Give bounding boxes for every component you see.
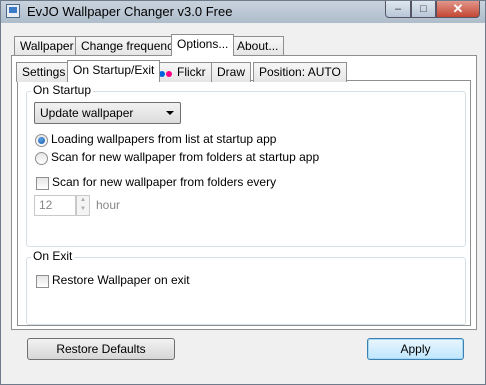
flickr-icon (159, 64, 173, 82)
restore-on-exit-checkbox[interactable] (36, 275, 49, 288)
tab-options[interactable]: Options... (171, 34, 235, 56)
tab-change-frequency[interactable]: Change frequency (75, 36, 186, 56)
scan-every-label[interactable]: Scan for new wallpaper from folders ever… (52, 175, 276, 189)
load-from-list-radio[interactable] (35, 134, 48, 147)
load-from-list-label[interactable]: Loading wallpapers from list at startup … (51, 132, 276, 146)
chevron-down-icon (166, 111, 174, 115)
interval-input[interactable]: 12 (34, 195, 76, 216)
scan-every-checkbox[interactable] (36, 177, 49, 190)
tab-flickr-label: Flickr (177, 65, 206, 79)
window-title: EvJO Wallpaper Changer v3.0 Free (27, 4, 233, 19)
minimize-button[interactable]: – (385, 1, 411, 18)
tab-about[interactable]: About... (231, 36, 285, 56)
title-bar[interactable]: EvJO Wallpaper Changer v3.0 Free – □ ✕ (1, 1, 485, 23)
scan-at-startup-radio[interactable] (35, 152, 48, 165)
startup-action-value: Update wallpaper (40, 106, 134, 120)
stepper-up-icon[interactable]: ▲ (77, 196, 89, 205)
close-button[interactable]: ✕ (436, 1, 480, 18)
stepper-down-icon[interactable]: ▼ (77, 205, 89, 214)
scan-at-startup-label[interactable]: Scan for new wallpaper from folders at s… (51, 150, 319, 164)
tab-wallpaper[interactable]: Wallpaper (14, 36, 80, 56)
tab-settings[interactable]: Settings (16, 62, 72, 82)
tab-flickr[interactable]: Flickr (153, 62, 212, 82)
tab-position[interactable]: Position: AUTO (253, 62, 347, 82)
tab-draw[interactable]: Draw (211, 62, 252, 82)
tab-on-startup-exit[interactable]: On Startup/Exit (67, 60, 161, 82)
restore-defaults-button[interactable]: Restore Defaults (27, 338, 175, 360)
on-exit-label: On Exit (31, 249, 75, 263)
interval-stepper[interactable]: ▲ ▼ (76, 195, 90, 216)
interval-unit-label: hour (96, 198, 121, 212)
maximize-button[interactable]: □ (411, 1, 436, 18)
apply-button[interactable]: Apply (367, 338, 464, 360)
on-startup-label: On Startup (31, 83, 94, 97)
app-window: EvJO Wallpaper Changer v3.0 Free – □ ✕ W… (0, 0, 486, 385)
restore-on-exit-label[interactable]: Restore Wallpaper on exit (52, 273, 190, 287)
on-exit-group (26, 257, 466, 325)
startup-action-select[interactable]: Update wallpaper (34, 102, 181, 124)
app-icon (6, 4, 20, 18)
